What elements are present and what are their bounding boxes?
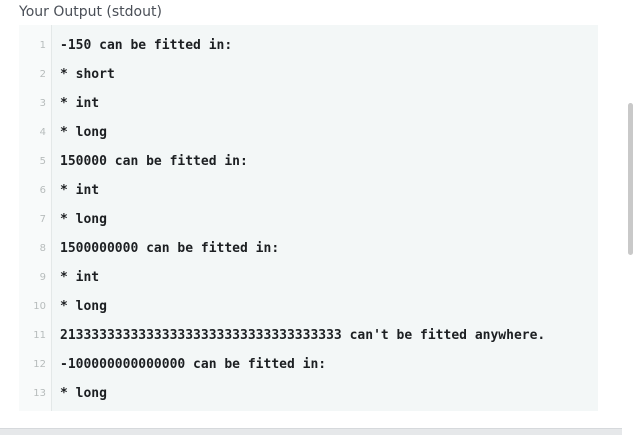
line-text: * short (60, 67, 115, 82)
line-text: * long (60, 212, 107, 227)
line-text: * int (60, 183, 100, 198)
output-code-block: 1 -150 can be fitted in: 2 * short 3 * i… (19, 25, 598, 411)
line-text: -150 can be fitted in: (60, 38, 233, 53)
line-text: * int (60, 96, 100, 111)
output-line: 2 * short (19, 60, 598, 89)
output-line: 9 * int (19, 263, 598, 292)
line-text: 213333333333333333333333333333333333 can… (60, 328, 546, 343)
scrollbar-thumb[interactable] (628, 103, 633, 255)
line-text: 1500000000 can be fitted in: (60, 241, 280, 256)
output-line: 12 -100000000000000 can be fitted in: (19, 350, 598, 379)
stdout-panel: Your Output (stdout) 1 -150 can be fitte… (0, 0, 634, 435)
line-number: 13 (33, 388, 46, 399)
output-line: 5 150000 can be fitted in: (19, 147, 598, 176)
output-line: 6 * int (19, 176, 598, 205)
output-line: 11 213333333333333333333333333333333333 … (19, 321, 598, 350)
output-line: 4 * long (19, 118, 598, 147)
line-number: 5 (39, 156, 46, 167)
output-line: 7 * long (19, 205, 598, 234)
line-number: 7 (39, 214, 46, 225)
line-number: 10 (33, 301, 46, 312)
line-number: 2 (39, 69, 46, 80)
line-text: 150000 can be fitted in: (60, 154, 248, 169)
line-text: * long (60, 299, 107, 314)
output-title: Your Output (stdout) (19, 4, 162, 20)
line-number: 6 (39, 185, 46, 196)
line-number: 11 (33, 330, 46, 341)
line-number: 8 (39, 243, 46, 254)
line-text: -100000000000000 can be fitted in: (60, 357, 327, 372)
line-text: * long (60, 386, 107, 401)
line-number: 1 (39, 40, 46, 51)
output-line: 10 * long (19, 292, 598, 321)
line-text: * int (60, 270, 100, 285)
line-number: 12 (33, 359, 46, 370)
line-number: 9 (39, 272, 46, 283)
output-line: 8 1500000000 can be fitted in: (19, 234, 598, 263)
line-text: * long (60, 125, 107, 140)
output-line: 1 -150 can be fitted in: (19, 31, 598, 60)
line-number: 4 (39, 127, 46, 138)
output-line: 3 * int (19, 89, 598, 118)
line-number: 3 (39, 98, 46, 109)
output-line: 13 * long (19, 379, 598, 408)
